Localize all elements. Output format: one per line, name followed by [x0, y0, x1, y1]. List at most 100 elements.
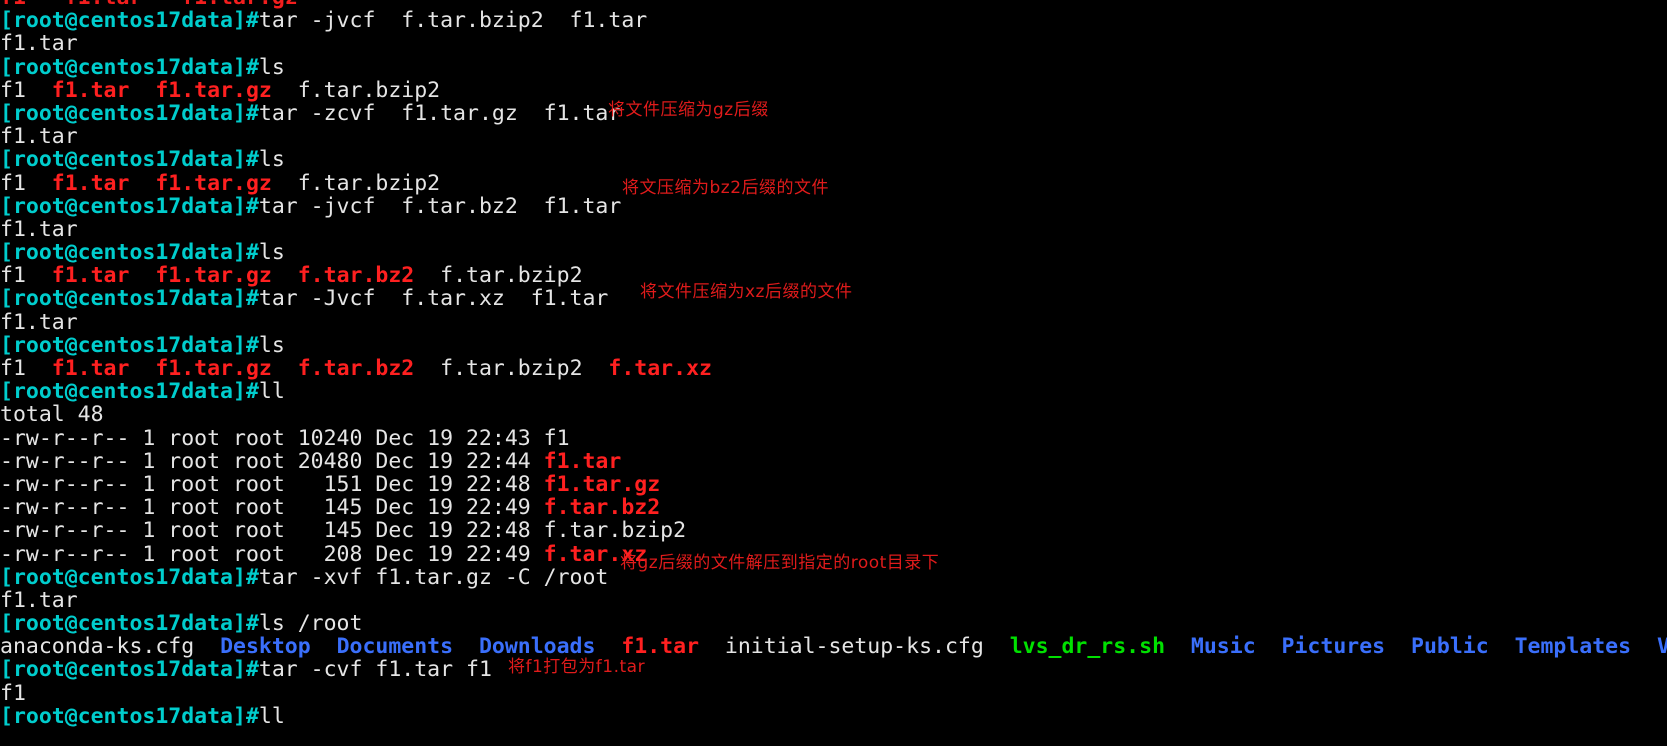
- shell-prompt: [root@centos17data]#: [0, 240, 259, 266]
- terminal-segment: tar -Jvcf f.tar.xz f1.tar: [258, 286, 609, 312]
- shell-prompt: [root@centos17data]#: [0, 286, 259, 312]
- terminal-segment: Documents: [336, 634, 454, 660]
- terminal-screen: f1 f1.tar f1.tar.gz[root@centos17data]#t…: [0, 0, 1667, 728]
- terminal-segment: ls: [258, 54, 285, 80]
- terminal-line: -rw-r--r-- 1 root root 151 Dec 19 22:48 …: [0, 473, 1667, 496]
- terminal-segment: f1.tar: [51, 356, 130, 381]
- terminal-segment: f1: [0, 170, 26, 196]
- terminal-segment: f1.tar.gz: [155, 356, 272, 381]
- shell-prompt: [root@centos17data]#: [0, 332, 259, 358]
- terminal-segment: [595, 634, 621, 659]
- terminal-segment: [453, 634, 479, 659]
- terminal-segment: [272, 356, 298, 381]
- terminal-segment: f1.tar.gz: [543, 471, 661, 497]
- terminal-segment: tar -zcvf f1.tar.gz f1.tar: [258, 100, 622, 126]
- terminal-segment: ll: [258, 379, 285, 405]
- terminal-segment: f1.tar: [0, 587, 78, 613]
- terminal-segment: total 48: [0, 402, 104, 428]
- terminal-segment: f1.tar: [51, 170, 130, 196]
- terminal-line: [root@centos17data]#ls /root: [0, 612, 1667, 635]
- terminal-segment: f.tar.bzip2: [414, 263, 583, 289]
- terminal-segment: tar -jvcf f.tar.bz2 f1.tar: [258, 193, 622, 219]
- terminal-segment: [26, 171, 52, 196]
- terminal-segment: [1165, 634, 1191, 659]
- terminal-segment: f.tar.bzip2: [414, 356, 609, 381]
- terminal-segment: f.tar.bzip2: [271, 170, 441, 196]
- annotation-text: 将f1打包为f1.tar: [508, 657, 646, 677]
- shell-prompt: [root@centos17data]#: [0, 147, 259, 173]
- terminal-line: [root@centos17data]#ls: [0, 241, 1667, 264]
- terminal-segment: [129, 356, 155, 381]
- terminal-segment: [129, 263, 155, 288]
- terminal-segment: f1: [0, 77, 26, 103]
- terminal-segment: f1.tar: [0, 124, 78, 150]
- annotation-text: 将文压缩为bz2后缀的文件: [622, 178, 830, 198]
- terminal-segment: ls /root: [258, 611, 363, 637]
- terminal-segment: [26, 263, 52, 288]
- terminal-segment: f1.tar: [0, 309, 78, 335]
- shell-prompt: [root@centos17data]#: [0, 193, 259, 219]
- terminal-segment: -rw-r--r-- 1 root root 145 Dec 19 22:49: [0, 495, 544, 521]
- terminal-line: [root@centos17data]#tar -cvf f1.tar f1: [0, 658, 1667, 681]
- terminal-segment: [1385, 634, 1411, 659]
- terminal-segment: Templates: [1514, 634, 1632, 660]
- terminal-segment: ls: [258, 332, 285, 358]
- terminal-segment: [26, 78, 52, 103]
- annotation-text: 将文件压缩为gz后缀: [608, 100, 769, 120]
- terminal-line: [root@centos17data]#ls: [0, 334, 1667, 357]
- terminal-segment: Pictures: [1281, 634, 1386, 660]
- terminal-segment: initial-setup-ks.cfg: [699, 634, 1010, 660]
- terminal-segment: f1.tar: [0, 31, 78, 57]
- terminal-segment: f.tar.xz: [608, 356, 712, 381]
- terminal-segment: f1.tar: [51, 77, 130, 103]
- terminal-line: -rw-r--r-- 1 root root 145 Dec 19 22:48 …: [0, 519, 1667, 542]
- shell-prompt: [root@centos17data]#: [0, 100, 259, 126]
- terminal-segment: f.tar.bz2: [543, 495, 661, 521]
- terminal-segment: f.tar.bz2: [297, 263, 415, 289]
- terminal-line: total 48: [0, 403, 1667, 426]
- terminal-line: anaconda-ks.cfg Desktop Documents Downlo…: [0, 635, 1667, 658]
- annotation-text: 将gz后缀的文件解压到指定的root目录下: [620, 553, 940, 573]
- shell-prompt: [root@centos17data]#: [0, 611, 259, 637]
- terminal-segment: ls: [258, 147, 285, 173]
- terminal-segment: f1: [0, 263, 26, 289]
- terminal-segment: tar -cvf f1.tar f1: [258, 657, 492, 683]
- terminal-line: -rw-r--r-- 1 root root 10240 Dec 19 22:4…: [0, 426, 1667, 450]
- terminal-line: f1.tar: [0, 311, 1667, 334]
- terminal-segment: f1.tar: [621, 634, 700, 660]
- terminal-segment: f1.tar: [0, 216, 78, 242]
- terminal-segment: -rw-r--r-- 1 root root 151 Dec 19 22:48: [0, 471, 544, 497]
- terminal-line: [root@centos17data]#ll: [0, 380, 1667, 403]
- terminal-line: [root@centos17data]#tar -jvcf f.tar.bzip…: [0, 9, 1667, 32]
- terminal-segment: f.tar.bzip2: [271, 77, 441, 103]
- terminal-segment: -rw-r--r-- 1 root root 145 Dec 19 22:48 …: [0, 518, 687, 544]
- terminal-line: f1.tar: [0, 125, 1667, 148]
- terminal-window[interactable]: f1 f1.tar f1.tar.gz[root@centos17data]#t…: [0, 0, 1667, 746]
- terminal-line: f1.tar: [0, 32, 1667, 55]
- shell-prompt: [root@centos17data]#: [0, 379, 259, 405]
- shell-prompt: [root@centos17data]#: [0, 703, 259, 729]
- terminal-segment: [311, 634, 337, 659]
- terminal-line: [root@centos17data]#tar -zcvf f1.tar.gz …: [0, 102, 1667, 125]
- terminal-segment: tar -jvcf f.tar.bzip2 f1.tar: [258, 8, 648, 34]
- shell-prompt: [root@centos17data]#: [0, 54, 259, 80]
- terminal-segment: f1.tar.gz: [155, 170, 272, 196]
- terminal-line: f1 f1.tar f1.tar.gz f.tar.bz2 f.tar.bzip…: [0, 357, 1667, 380]
- terminal-line: [root@centos17data]#ls: [0, 54, 1667, 80]
- terminal-segment: ll: [258, 703, 285, 729]
- terminal-segment: [272, 263, 298, 288]
- terminal-line: f1: [0, 682, 1667, 705]
- terminal-segment: f.tar.bz2: [297, 356, 415, 381]
- terminal-segment: f1.tar.gz: [155, 77, 272, 103]
- terminal-segment: f1: [0, 680, 26, 706]
- terminal-segment: -rw-r--r-- 1 root root 20480 Dec 19 22:4…: [0, 448, 544, 474]
- terminal-segment: Desktop: [220, 634, 311, 660]
- terminal-segment: -rw-r--r-- 1 root root 208 Dec 19 22:49: [0, 541, 544, 567]
- terminal-line: f1 f1.tar f1.tar.gz f.tar.bzip2: [0, 79, 1667, 102]
- terminal-segment: anaconda-ks.cfg: [0, 634, 221, 660]
- terminal-segment: ls: [258, 240, 285, 266]
- terminal-segment: [26, 356, 52, 381]
- terminal-line: -rw-r--r-- 1 root root 20480 Dec 19 22:4…: [0, 450, 1667, 473]
- terminal-line: [root@centos17data]#tar -jvcf f.tar.bz2 …: [0, 195, 1667, 218]
- shell-prompt: [root@centos17data]#: [0, 8, 259, 34]
